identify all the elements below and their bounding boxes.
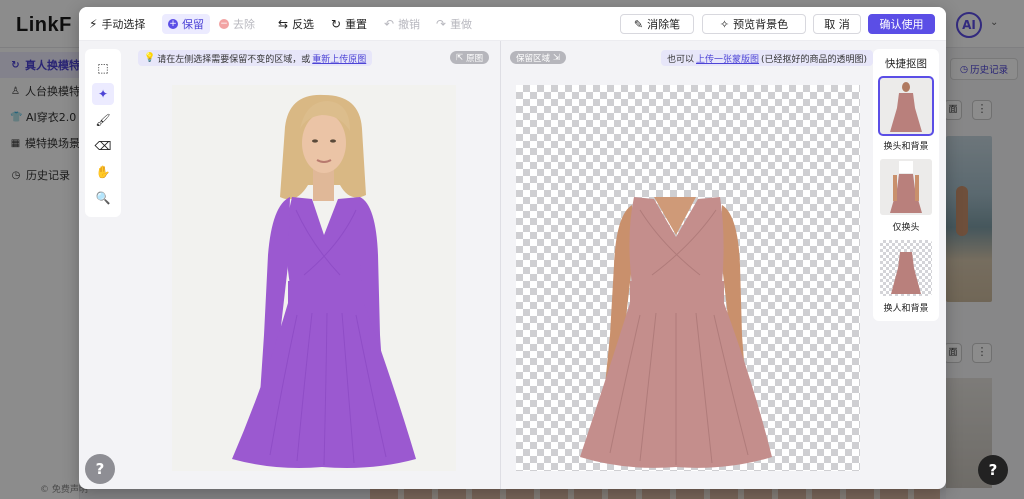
magic-wand-tool[interactable]: ✦ (92, 83, 114, 105)
remove-label: 去除 (233, 18, 255, 31)
manual-select-button[interactable]: ⚡ 手动选择 (89, 14, 145, 34)
eraser-pen-label: 消除笔 (647, 18, 681, 31)
quick-option-thumbnail (878, 76, 934, 136)
redo-button[interactable]: ↷ 重做 (436, 14, 472, 34)
sparkle-icon: ✧ (719, 17, 730, 31)
zoom-tool-icon: 🔍 (95, 191, 111, 205)
left-hint-text: 请在左侧选择需要保留不变的区域，或 (157, 54, 311, 65)
eraser-pen-icon: ✎ (633, 17, 644, 31)
quick-option-thumbnail (880, 159, 932, 215)
right-hint: 也可以 上传一张蒙版图 (已经抠好的商品的透明图) (661, 50, 874, 66)
undo-icon: ↶ (384, 17, 395, 31)
collapse-icon: ⇱ (456, 52, 464, 63)
quick-option-replace-person-background[interactable]: 换人和背景 (880, 240, 932, 314)
invert-button[interactable]: ⇆ 反选 (278, 14, 314, 34)
cancel-button[interactable]: 取 消 (813, 14, 861, 34)
lightbulb-icon: 💡 (144, 53, 156, 63)
quick-option-art (891, 252, 921, 294)
quick-option-thumbnail (880, 240, 932, 296)
eraser-pen-button[interactable]: ✎ 消除笔 (620, 14, 694, 34)
reset-button[interactable]: ↻ 重置 (331, 14, 367, 34)
kept-area-pill[interactable]: 保留区域 ⇲ (510, 51, 567, 64)
original-image-canvas[interactable] (172, 85, 456, 471)
hand-tool-icon: ✋ (95, 165, 111, 179)
kept-area-art (580, 197, 772, 468)
kept-area-canvas[interactable] (516, 85, 860, 471)
keep-label: 保留 (182, 18, 204, 31)
magic-wand-tool-icon: ✦ (97, 87, 109, 101)
original-image-art (172, 85, 456, 471)
quick-option-replace-head-background[interactable]: 换头和背景 (878, 76, 934, 152)
eraser-tool[interactable]: ⌫ (92, 135, 114, 157)
page-help-button[interactable]: ? (978, 455, 1008, 485)
quick-option-art (880, 159, 932, 215)
quick-option-label: 换头和背景 (883, 142, 929, 152)
manual-select-label: 手动选择 (101, 18, 146, 31)
expand-icon: ⇲ (553, 52, 561, 63)
redo-icon: ↷ (436, 17, 447, 31)
editor-toolbar: ⚡ 手动选择 + 保留 − 去除 ⇆ 反选 ↻ 重置 ↶ 撤销 ↷ 重做 ✎ 消 (79, 7, 946, 41)
refresh-icon: ↻ (331, 17, 342, 31)
quick-option-replace-head-only[interactable]: 仅换头 (880, 159, 932, 233)
invert-label: 反选 (292, 18, 315, 31)
undo-button[interactable]: ↶ 撤销 (384, 14, 420, 34)
kept-area-pill-label: 保留区域 (516, 53, 551, 64)
modal-help-button[interactable]: ? (85, 454, 115, 484)
tool-palette: ⬚ ✦ 🖌 ⌫ ✋ 🔍 (85, 49, 121, 217)
right-hint-prefix: 也可以 (667, 54, 695, 65)
minus-icon: − (219, 19, 229, 29)
undo-label: 撤销 (398, 18, 421, 31)
reset-label: 重置 (345, 18, 368, 31)
reupload-original-link[interactable]: 重新上传原图 (312, 52, 366, 65)
swap-arrows-icon: ⇆ (278, 17, 289, 31)
confirm-button[interactable]: 确认使用 (868, 14, 935, 34)
redo-label: 重做 (450, 18, 473, 31)
remove-button[interactable]: − 去除 (219, 14, 255, 34)
original-image-pill[interactable]: ⇱ 原图 (450, 51, 490, 64)
quick-cutout-panel: 快捷抠图 换头和背景 仅换头 换人和背景 (873, 49, 939, 321)
preview-background-button[interactable]: ✧ 预览背景色 (702, 14, 806, 34)
quick-option-label: 换人和背景 (883, 304, 929, 314)
eraser-tool-icon: ⌫ (94, 139, 112, 153)
original-image-panel: 💡 请在左侧选择需要保留不变的区域，或 重新上传原图 ⇱ 原图 (136, 41, 499, 489)
left-hint: 💡 请在左侧选择需要保留不变的区域，或 重新上传原图 (138, 50, 373, 66)
original-image-pill-label: 原图 (466, 53, 484, 64)
preview-background-label: 预览背景色 (733, 18, 789, 31)
smart-select-tool-icon: ⬚ (97, 61, 109, 75)
quick-option-label: 仅换头 (892, 223, 920, 233)
magic-wand-icon: ⚡ (89, 17, 98, 31)
plus-icon: + (168, 19, 178, 29)
smart-select-tool[interactable]: ⬚ (92, 57, 114, 79)
quick-option-art (880, 78, 932, 134)
right-hint-suffix: (已经抠好的商品的透明图) (761, 54, 868, 65)
brush-tool[interactable]: 🖌 (92, 109, 114, 131)
quick-cutout-title: 快捷抠图 (885, 58, 927, 70)
hand-tool[interactable]: ✋ (92, 161, 114, 183)
brush-tool-icon: 🖌 (95, 113, 111, 127)
cutout-editor-modal: ⚡ 手动选择 + 保留 − 去除 ⇆ 反选 ↻ 重置 ↶ 撤销 ↷ 重做 ✎ 消 (79, 7, 946, 489)
kept-area-panel: 保留区域 ⇲ 也可以 上传一张蒙版图 (已经抠好的商品的透明图) (500, 41, 874, 489)
keep-button[interactable]: + 保留 (162, 14, 210, 34)
upload-mask-link[interactable]: 上传一张蒙版图 (696, 52, 759, 65)
zoom-tool[interactable]: 🔍 (92, 187, 114, 209)
